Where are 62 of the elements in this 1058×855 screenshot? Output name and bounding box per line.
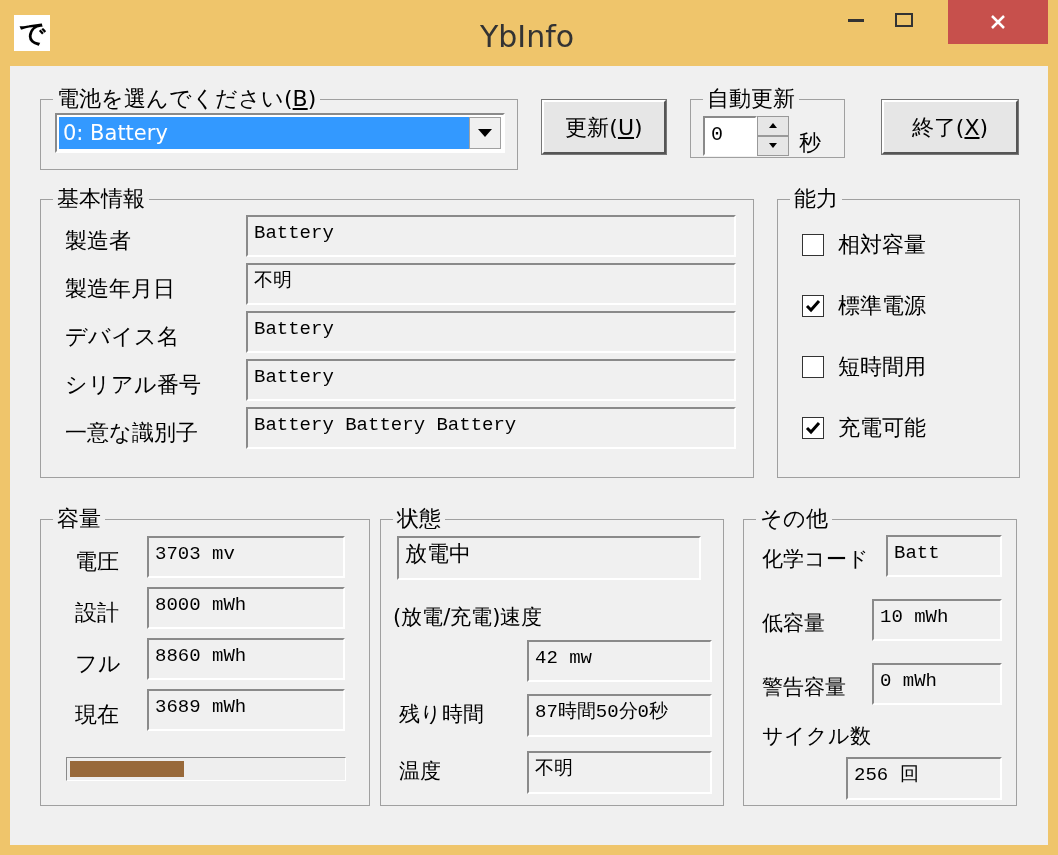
window-title: YbInfo (480, 18, 575, 56)
spin-up-button[interactable] (757, 115, 789, 136)
read-only-field: 不明 (527, 750, 712, 794)
checkbox-label: 短時間用 (838, 356, 926, 378)
field-label: 化学コード (761, 546, 869, 574)
minimize-icon (848, 18, 864, 22)
read-only-field: 87時間50分0秒 (527, 693, 712, 737)
dropdown-arrow-icon (478, 129, 492, 137)
read-only-field: 3689 mWh (147, 689, 345, 731)
group-title: その他 (759, 506, 829, 532)
group-title: 能力 (793, 186, 839, 212)
app-icon: で (14, 15, 50, 51)
spin-down-button[interactable] (757, 135, 789, 156)
read-only-field: 3703 mv (147, 536, 345, 578)
field-label: 製造者 (64, 226, 132, 255)
checkbox-label: 標準電源 (838, 295, 926, 317)
read-only-field: 42 mw (527, 639, 712, 682)
group-title: 基本情報 (56, 186, 146, 212)
group-title: 電池を選んでください(B) (56, 86, 318, 112)
read-only-field: Battery Battery Battery (246, 407, 736, 449)
field-label: 電圧 (74, 547, 120, 576)
field-label: (放電/充電)速度 (393, 604, 544, 631)
unit-label: 秒 (799, 129, 821, 157)
field-label: フル (74, 649, 122, 678)
field-label: 警告容量 (761, 674, 846, 702)
read-only-field: 10 mWh (872, 599, 1002, 641)
group-title: 容量 (56, 506, 102, 532)
read-only-field: 256 回 (846, 756, 1002, 800)
read-only-field: 放電中 (397, 536, 701, 580)
refresh-button[interactable]: 更新(U) (542, 100, 666, 154)
down-arrow-icon (769, 143, 777, 148)
field-label: 温度 (398, 758, 442, 786)
read-only-field: 不明 (246, 263, 736, 305)
checkbox[interactable] (802, 417, 824, 439)
read-only-field: 0 mWh (872, 663, 1002, 705)
close-icon (990, 14, 1006, 30)
read-only-field: 8860 mWh (147, 638, 345, 680)
checkbox-label: 充電可能 (838, 417, 926, 439)
field-label: 一意な識別子 (64, 418, 199, 447)
number-input-field[interactable]: 0 (703, 115, 757, 156)
checkbox[interactable] (802, 356, 824, 378)
field-label: 低容量 (761, 610, 825, 638)
group-title: 自動更新 (706, 86, 796, 112)
read-only-field: Batt (886, 535, 1002, 577)
up-arrow-icon (769, 123, 777, 128)
checkbox-label: 相対容量 (838, 234, 926, 256)
field-label: サイクル数 (762, 723, 872, 750)
exit-button[interactable]: 終了(X) (882, 100, 1018, 154)
read-only-field: Battery (246, 215, 736, 257)
group-title: 状態 (396, 506, 442, 532)
field-label: デバイス名 (64, 322, 180, 351)
field-label: 残り時間 (398, 701, 485, 729)
field-label: 設計 (74, 598, 120, 627)
checkbox[interactable] (802, 234, 824, 256)
field-label: シリアル番号 (64, 370, 202, 399)
read-only-field: 8000 mWh (147, 587, 345, 629)
maximize-icon (895, 13, 913, 27)
field-label: 製造年月日 (64, 274, 176, 303)
field-label: 現在 (74, 700, 120, 729)
read-only-field: Battery (246, 359, 736, 401)
checkbox[interactable] (802, 295, 824, 317)
read-only-field: Battery (246, 311, 736, 353)
